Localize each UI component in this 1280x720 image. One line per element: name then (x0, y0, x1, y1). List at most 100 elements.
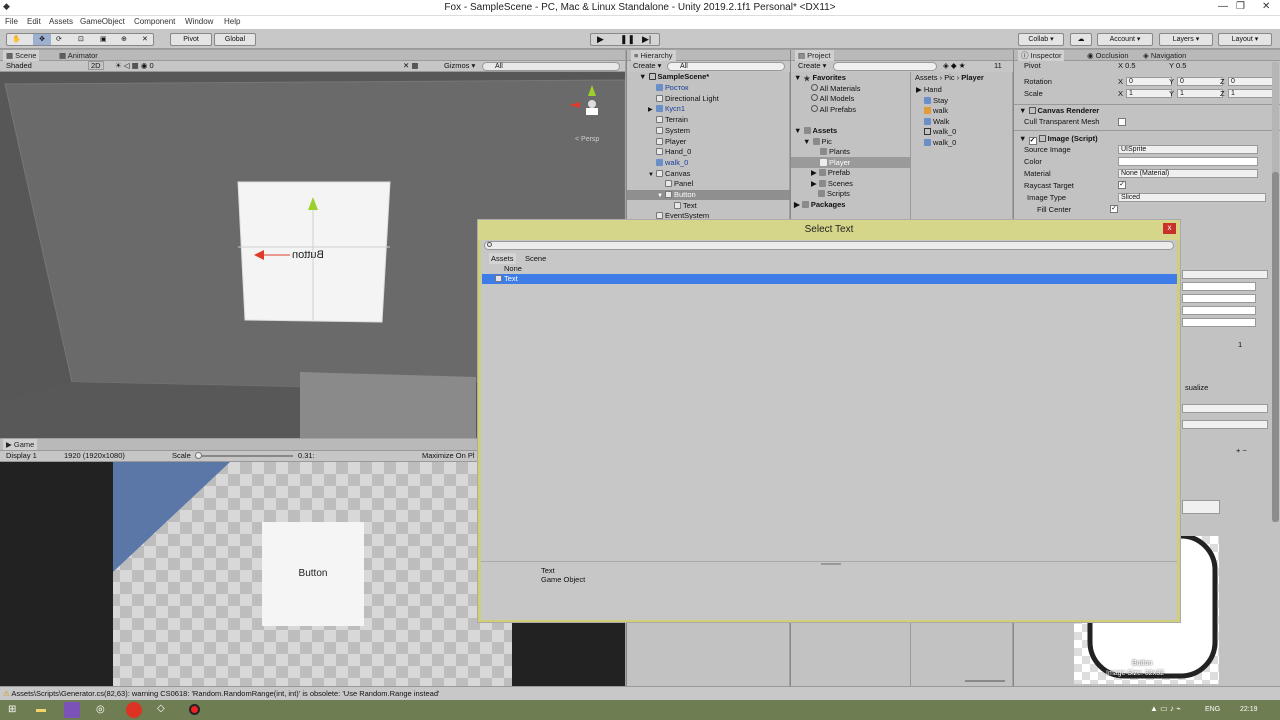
explorer-icon[interactable]: ▬ (36, 704, 46, 715)
file-walk[interactable]: walk (924, 106, 948, 116)
file-stay[interactable]: Stay (924, 96, 948, 106)
hierarchy-item[interactable]: Росток (648, 83, 688, 93)
hierarchy-item[interactable]: Hand_0 (648, 147, 691, 157)
menu-window[interactable]: Window (185, 17, 213, 26)
menu-assets[interactable]: Assets (49, 17, 73, 26)
hierarchy-item[interactable]: Text (666, 201, 697, 211)
project-search-input[interactable] (833, 62, 937, 71)
scene-tools-icon[interactable]: ✕ ▦ (403, 61, 418, 71)
canvas-renderer-header[interactable]: ▼ Canvas Renderer (1019, 106, 1099, 116)
pivot-y[interactable]: Y 0.5 (1169, 61, 1186, 71)
hierarchy-item[interactable]: Terrain (648, 115, 688, 125)
console-warning[interactable]: ⚠ Assets\Scripts\Generator.cs(82,63): wa… (3, 689, 439, 699)
hierarchy-create-button[interactable]: Create ▾ (633, 61, 661, 71)
color-field[interactable] (1118, 157, 1258, 166)
file-walk0-b[interactable]: walk_0 (924, 138, 956, 148)
hidden-field-f[interactable] (1182, 404, 1268, 413)
windows-start-icon[interactable]: ⊞ (8, 704, 16, 715)
assets-folder[interactable]: ▼ Assets (794, 126, 837, 136)
image-script-header[interactable]: ▼ ✓ Image (Script) (1019, 134, 1098, 145)
menu-help[interactable]: Help (224, 17, 240, 26)
hierarchy-search-input[interactable]: All (667, 62, 785, 71)
maximize-button[interactable]: ❐ (1236, 1, 1245, 12)
scale-tool-icon[interactable]: ⊡ (78, 34, 84, 45)
prefab-folder[interactable]: ▶ Prefab (811, 168, 850, 178)
step-icon[interactable]: ▶| (642, 34, 651, 45)
tab-inspector[interactable]: ⓘ Inspector (1018, 50, 1065, 61)
lighting-toggle-icon[interactable]: ☀ ◁ ▦ ◉ 0 (115, 61, 154, 71)
scene-search-input[interactable]: All (482, 62, 620, 71)
favorites-item[interactable]: ▼ ★ Favorites (794, 73, 846, 83)
dialog-item-text-selected[interactable]: Text (482, 274, 1177, 284)
visualize-button[interactable]: sualize (1185, 383, 1208, 393)
menu-edit[interactable]: Edit (27, 17, 41, 26)
hierarchy-item[interactable]: ▶ Кусп1 (648, 104, 685, 114)
scenes-folder[interactable]: ▶ Scenes (811, 179, 853, 189)
hierarchy-item[interactable]: walk_0 (648, 158, 688, 168)
file-hand[interactable]: ▶ Hand (916, 85, 942, 95)
hierarchy-item[interactable]: ▼ Canvas (648, 169, 690, 179)
dialog-close-button[interactable]: x (1163, 223, 1176, 234)
play-icon[interactable]: ▶ (597, 34, 604, 45)
hierarchy-item[interactable]: ▼ Button (657, 190, 696, 200)
hierarchy-item[interactable]: Player (648, 137, 686, 147)
tab-game[interactable]: ▶ Game (3, 439, 38, 450)
custom-tool-icon[interactable]: ✕ (142, 34, 148, 45)
layout-dropdown[interactable]: Layout ▾ (1218, 33, 1272, 46)
fav-all-models[interactable]: All Models (811, 94, 854, 104)
layers-dropdown[interactable]: Layers ▾ (1159, 33, 1213, 46)
dialog-resize-handle[interactable] (821, 563, 841, 565)
maximize-on-play-toggle[interactable]: Maximize On Pl (422, 451, 475, 461)
global-toggle[interactable]: Global (214, 33, 256, 46)
scale-slider[interactable] (195, 452, 293, 459)
project-filter-icons[interactable]: ◈ ◆ ★ (943, 61, 965, 71)
fav-all-materials[interactable]: All Materials (811, 84, 861, 94)
player-folder[interactable]: Player (820, 158, 850, 168)
raycast-checkbox[interactable]: ✓ (1118, 181, 1126, 189)
tab-occlusion[interactable]: ◉ Occlusion (1084, 50, 1132, 61)
close-window-button[interactable]: ✕ (1262, 1, 1270, 12)
hidden-field-a[interactable] (1182, 270, 1268, 279)
2d-toggle[interactable]: 2D (88, 61, 104, 70)
game-button[interactable]: Button (262, 522, 364, 626)
gizmos-dropdown[interactable]: Gizmos ▾ (444, 61, 475, 71)
minimize-button[interactable]: — (1218, 1, 1228, 12)
dialog-tab-assets[interactable]: Assets (489, 253, 516, 264)
tab-hierarchy[interactable]: ≡ Hierarchy (631, 50, 676, 61)
rotation-y-field[interactable]: 0 (1177, 77, 1223, 86)
shading-dropdown[interactable]: Shaded (6, 61, 32, 71)
tab-navigation[interactable]: ◈ Navigation (1140, 50, 1189, 61)
hidden-field-g[interactable] (1182, 420, 1268, 429)
unity-taskbar-icon[interactable]: ◇ (157, 703, 165, 714)
pivot-x[interactable]: X 0.5 (1118, 61, 1136, 71)
hidden-field-d[interactable] (1182, 306, 1256, 315)
menu-file[interactable]: File (5, 17, 18, 26)
project-create-button[interactable]: Create ▾ (798, 61, 826, 71)
tab-animator[interactable]: ▦ Animator (56, 50, 101, 61)
opera-icon[interactable] (126, 702, 142, 718)
fill-center-checkbox[interactable]: ✓ (1110, 205, 1118, 213)
project-zoom-slider[interactable] (965, 680, 1005, 682)
pause-icon[interactable]: ❚❚ (620, 34, 635, 45)
display-dropdown[interactable]: Display 1 (6, 451, 37, 461)
resolution-dropdown[interactable]: 1920 (1920x1080) (64, 451, 125, 461)
source-image-field[interactable]: UISprite (1118, 145, 1258, 154)
game-view[interactable]: Button (0, 462, 512, 687)
add-component-button[interactable] (1182, 500, 1220, 514)
hidden-field-c[interactable] (1182, 294, 1256, 303)
tab-scene[interactable]: ▦ Scene (3, 50, 40, 61)
account-dropdown[interactable]: Account ▾ (1097, 33, 1153, 46)
dialog-item-none[interactable]: None (504, 264, 522, 274)
cull-checkbox[interactable] (1118, 118, 1126, 126)
player-folder-selected[interactable] (791, 157, 911, 168)
tray-icons[interactable]: ▲ ▭ ♪ ⌁ (1150, 704, 1181, 713)
packages-folder[interactable]: ▶ Packages (794, 200, 845, 210)
cloud-icon[interactable]: ☁ (1070, 33, 1092, 46)
dialog-search-input[interactable] (484, 241, 1174, 250)
visual-studio-icon[interactable] (64, 702, 80, 718)
rotate-tool-icon[interactable]: ⟳ (56, 34, 62, 45)
hierarchy-item[interactable]: Panel (657, 179, 693, 189)
file-walk0[interactable]: walk_0 (924, 127, 956, 137)
menu-gameobject[interactable]: GameObject (80, 17, 125, 26)
pivot-toggle[interactable]: Pivot (170, 33, 212, 46)
